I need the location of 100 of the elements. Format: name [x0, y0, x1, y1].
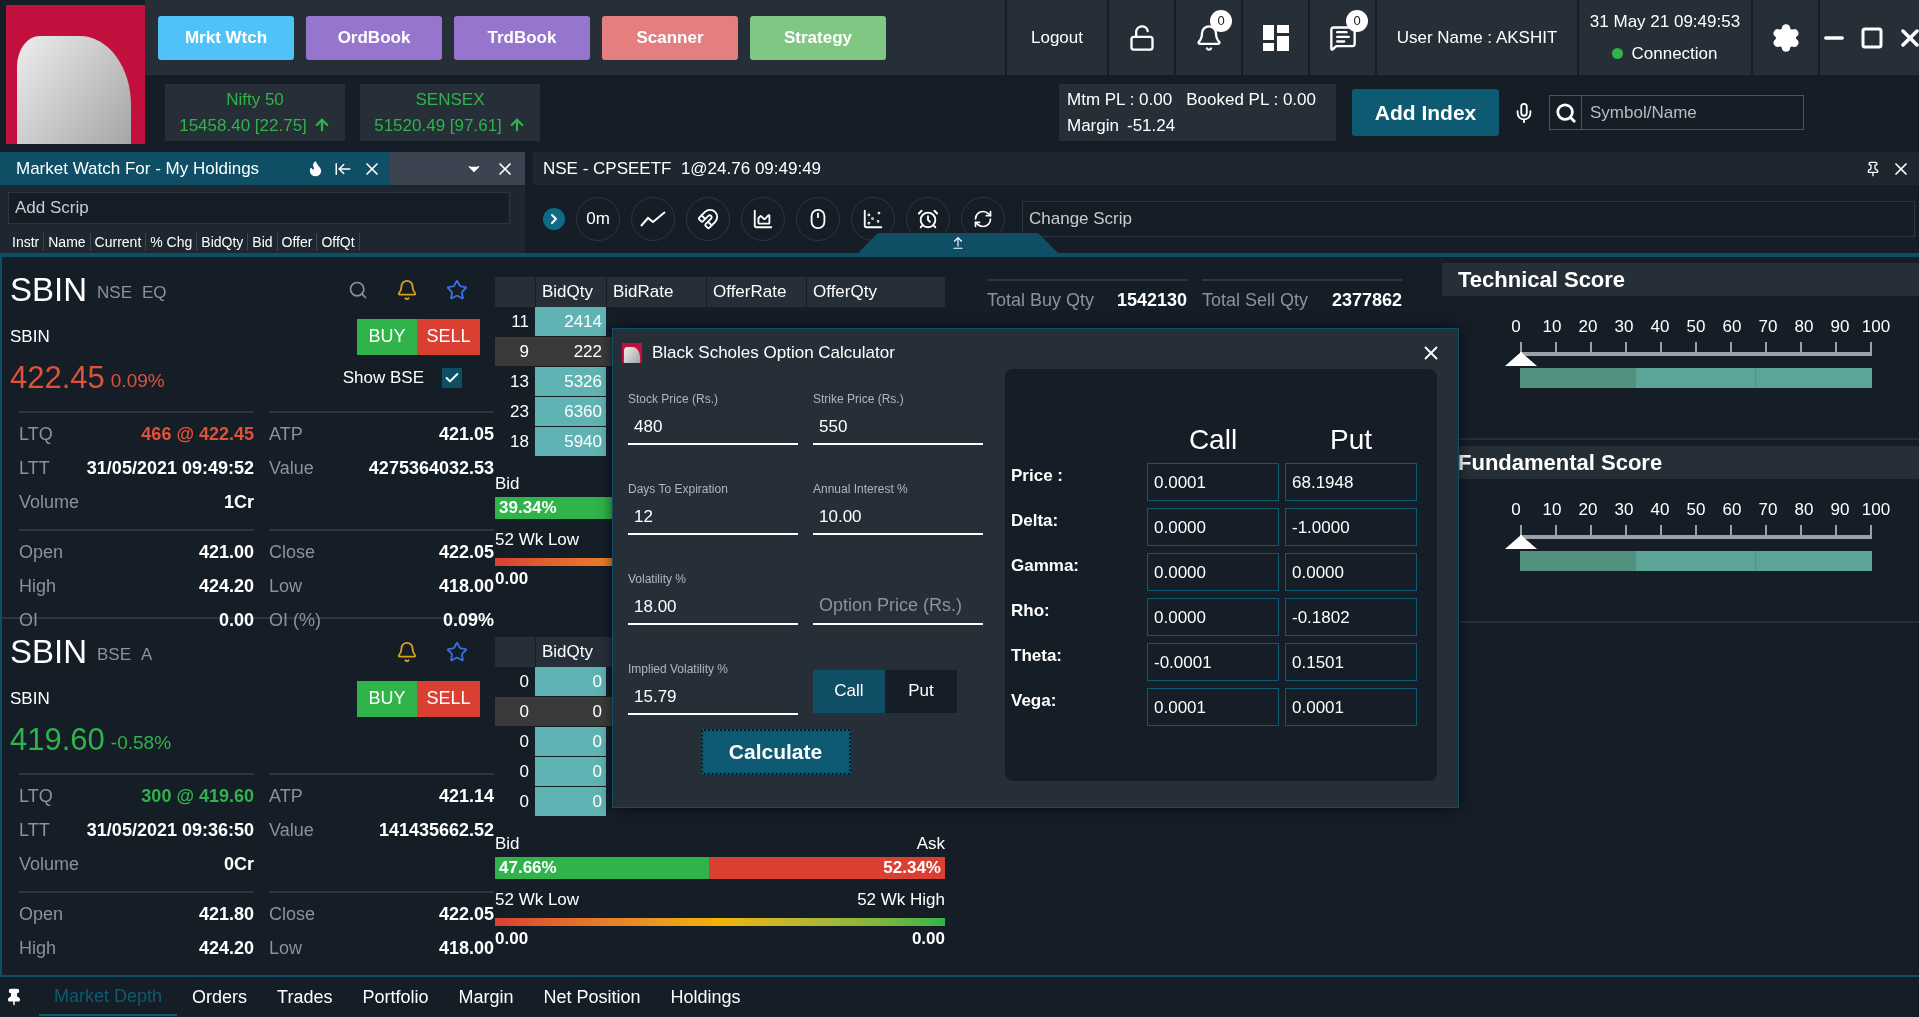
search-box[interactable]: Symbol/Name	[1549, 95, 1804, 130]
result-value: 0.1501	[1285, 643, 1417, 681]
field-value: 1Cr	[224, 490, 254, 514]
search-icon[interactable]	[348, 279, 368, 300]
bid-qty-cell: 0	[535, 667, 606, 696]
scale-label: 10	[1541, 316, 1563, 338]
result-value: 0.0000	[1147, 598, 1279, 636]
result-label: Gamma:	[1011, 555, 1081, 577]
bell-icon[interactable]	[396, 640, 418, 663]
field-value: 4275364032.53	[368, 456, 494, 480]
field-label: Stock Price (Rs.)	[628, 390, 719, 408]
field-value: 424.20	[198, 936, 254, 960]
order-count: 18	[509, 431, 530, 453]
field-label: LTQ	[19, 784, 53, 808]
panel-title: NSE - CPSEETF 1@24.76 09:49:49	[543, 157, 822, 180]
column-header: Put	[1329, 423, 1373, 457]
area-chart-icon[interactable]	[752, 208, 774, 230]
line-chart-icon[interactable]	[640, 210, 666, 228]
total-label: Total Sell Qty	[1202, 289, 1309, 312]
column-header: Bid	[248, 233, 278, 251]
total-value: 1542130	[1116, 289, 1187, 312]
message-icon[interactable]	[1328, 23, 1357, 52]
triangle-pointer-icon	[1505, 351, 1537, 366]
input-field[interactable]: 15.79	[628, 683, 798, 709]
add-scrip-field[interactable]: Add Scrip	[8, 192, 510, 224]
settings-icon[interactable]	[1770, 22, 1801, 53]
calculate-button[interactable]: Calculate	[700, 729, 851, 775]
add-index-button[interactable]: Add Index	[1352, 89, 1499, 136]
bid-label: Bid	[495, 833, 520, 855]
order-count: 0	[518, 701, 530, 723]
index-value: 15458.40 [22.75]	[179, 114, 307, 137]
field-label: ATP	[269, 784, 303, 808]
field-label: LTT	[19, 818, 50, 842]
user-name: User Name : AKSHIT	[1396, 26, 1558, 49]
total-label: Total Buy Qty	[987, 289, 1095, 312]
change-scrip-field[interactable]: Change Scrip	[1022, 201, 1915, 237]
sell-button[interactable]: SELL	[417, 680, 480, 717]
order-count: 13	[509, 371, 530, 393]
bell-icon[interactable]	[396, 278, 418, 301]
order-count: 11	[510, 311, 530, 333]
field-value: 466 @ 422.45	[141, 422, 254, 446]
series: A	[141, 644, 153, 666]
field-label: High	[19, 574, 57, 598]
tab[interactable]: Trades	[262, 978, 348, 1016]
star-icon[interactable]	[446, 278, 468, 301]
field-value: 418.00	[438, 574, 494, 598]
scale-label: 20	[1577, 316, 1599, 338]
alarm-clock-icon[interactable]	[917, 208, 939, 230]
bell-icon[interactable]	[1194, 23, 1223, 52]
layout-icon[interactable]	[1262, 24, 1289, 51]
tab[interactable]: Orders	[177, 978, 263, 1016]
field-label: ATP	[269, 422, 303, 446]
nav-button[interactable]: OrdBook	[306, 15, 442, 60]
field-value: 0Cr	[224, 852, 254, 876]
refresh-icon[interactable]	[973, 209, 993, 229]
star-icon[interactable]	[446, 640, 468, 663]
input-field[interactable]: 12	[628, 503, 798, 529]
scale-label: 60	[1721, 499, 1743, 521]
scale-label: 70	[1757, 499, 1779, 521]
wk-low-value: 0.00	[495, 568, 529, 590]
bid-qty-cell: 2414	[535, 307, 606, 336]
sell-button[interactable]: SELL	[417, 318, 480, 355]
column-header: Instr	[8, 233, 45, 251]
field-label: Low	[269, 574, 303, 598]
maximize-icon[interactable]	[1860, 25, 1884, 50]
input-field[interactable]: 550	[813, 413, 983, 439]
tab[interactable]: Margin	[443, 978, 529, 1016]
result-value: 0.0001	[1285, 688, 1417, 726]
exchange: BSE	[97, 644, 132, 666]
input-field[interactable]: 480	[628, 413, 798, 439]
tab[interactable]: Holdings	[655, 978, 756, 1016]
scale-label: 90	[1829, 499, 1851, 521]
lock-icon[interactable]	[1127, 23, 1156, 52]
input-field[interactable]: Option Price (Rs.)	[813, 592, 983, 619]
bid-qty-cell: 5326	[535, 367, 606, 396]
wk-low-label: 52 Wk Low	[495, 528, 580, 551]
tab[interactable]: Portfolio	[347, 978, 444, 1016]
option-type-toggle[interactable]: Call	[813, 669, 885, 713]
pin-icon[interactable]	[1865, 160, 1881, 177]
scatter-chart-icon[interactable]	[862, 208, 884, 230]
scale-label: 50	[1685, 316, 1707, 338]
pin-icon[interactable]	[5, 988, 23, 1006]
logout-button[interactable]: Logout	[1007, 0, 1107, 75]
search-field[interactable]: Symbol/Name	[1582, 99, 1792, 126]
result-label: Vega:	[1011, 690, 1058, 712]
magnet-icon[interactable]	[697, 208, 719, 230]
option-type-toggle[interactable]: Put	[885, 669, 957, 713]
upload-icon[interactable]	[951, 236, 965, 250]
panel-tab[interactable]: Market Watch For - My Holdings	[0, 152, 390, 185]
tab[interactable]: Net Position	[528, 978, 656, 1016]
wk-high-label: 52 Wk High	[857, 888, 945, 911]
input-field[interactable]: 18.00	[628, 593, 798, 619]
show-bse-checkbox[interactable]	[442, 367, 462, 388]
field-value: 0.00	[218, 608, 254, 632]
result-label: Price :	[1011, 465, 1064, 487]
nav-button[interactable]: TrdBook	[454, 15, 590, 60]
input-field[interactable]: 10.00	[813, 503, 983, 529]
order-count: 0	[518, 761, 530, 783]
series: EQ	[142, 282, 167, 304]
expand-icon[interactable]	[543, 208, 565, 230]
